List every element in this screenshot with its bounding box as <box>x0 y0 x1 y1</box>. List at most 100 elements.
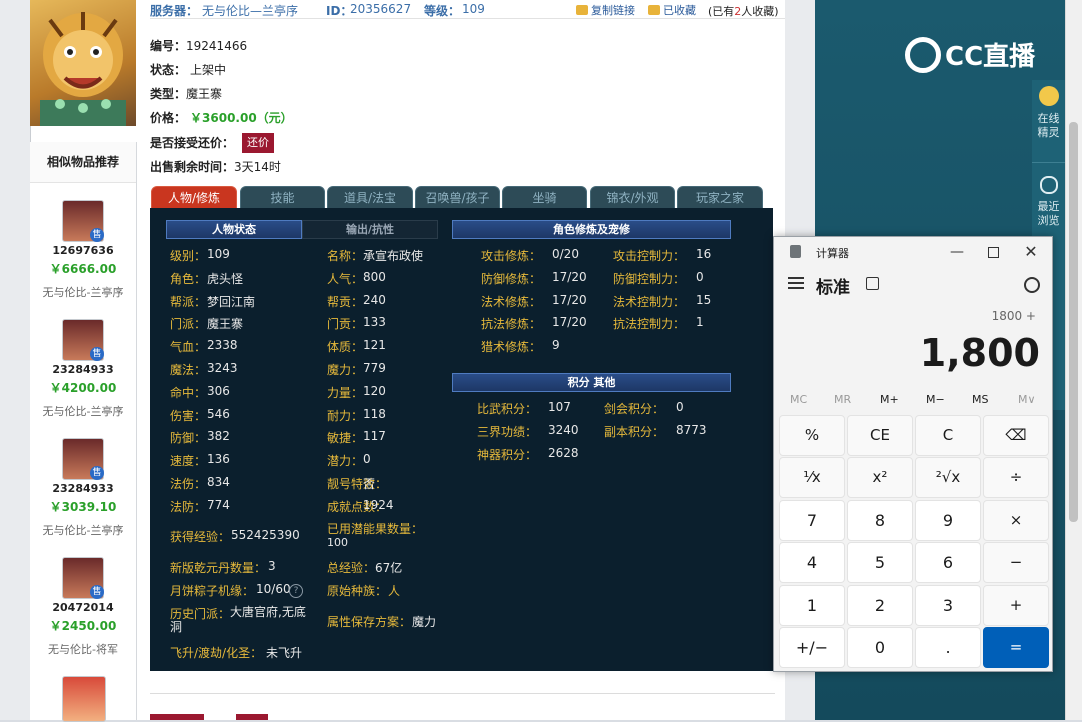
calc-key[interactable]: 1 <box>779 585 845 626</box>
keep-on-top-icon[interactable] <box>866 277 879 290</box>
used-potential-label: 已用潜能果数量： <box>327 522 424 536</box>
calc-key[interactable]: % <box>779 415 845 456</box>
calc-key[interactable]: 6 <box>915 542 981 583</box>
calc-key[interactable]: 4 <box>779 542 845 583</box>
item-status: 状态： 上架中 <box>150 63 227 77</box>
memory-button[interactable]: M∨ <box>1018 393 1036 406</box>
bargain-button[interactable]: 还价 <box>242 133 274 153</box>
rec-thumbnail-partial[interactable] <box>62 676 106 722</box>
stat-value: 306 <box>207 383 230 398</box>
tab-skills[interactable]: 技能 <box>240 186 325 210</box>
server-label: 服务器： <box>150 4 199 18</box>
stat-label: 级别： <box>170 249 207 263</box>
calc-key[interactable]: × <box>983 500 1049 541</box>
stat-label: 法防： <box>170 499 207 514</box>
points-value: 2628 <box>548 445 579 460</box>
bottom-button[interactable] <box>236 714 268 720</box>
points-label: 神器积分： <box>477 447 538 462</box>
tab-mounts[interactable]: 坐骑 <box>502 186 587 210</box>
minimize-button[interactable]: — <box>942 239 972 265</box>
section-output-resist[interactable]: 输出/抗性 <box>302 220 438 239</box>
calc-key[interactable]: = <box>983 627 1049 668</box>
level-label: 等级： <box>424 4 461 18</box>
rec-price: ￥4200.00 <box>49 381 117 395</box>
help-icon[interactable]: ? <box>289 584 303 598</box>
stat-value: 834 <box>207 475 230 489</box>
calc-key[interactable]: ²√x <box>915 457 981 498</box>
stat-label: 防御： <box>170 431 207 446</box>
tab-summons[interactable]: 召唤兽/孩子 <box>415 186 500 210</box>
calc-key[interactable]: 5 <box>847 542 913 583</box>
calc-key[interactable]: 8 <box>847 500 913 541</box>
calc-key[interactable]: 7 <box>779 500 845 541</box>
training-label: 法术修炼： <box>481 294 542 309</box>
server-value: 无与伦比—兰亭序 <box>202 4 299 18</box>
calc-key[interactable]: . <box>915 627 981 668</box>
calc-key[interactable]: CE <box>847 415 913 456</box>
training-label: 抗法修炼： <box>481 317 542 332</box>
sale-badge: 售 <box>90 347 104 361</box>
close-button[interactable]: ✕ <box>1016 239 1046 265</box>
calc-key[interactable]: C <box>915 415 981 456</box>
calc-key[interactable]: +/− <box>779 627 845 668</box>
tab-appearance[interactable]: 锦衣/外观 <box>590 186 675 210</box>
level-value: 109 <box>462 2 485 16</box>
favorite-button[interactable]: 已收藏 <box>648 2 696 18</box>
item-number: 编号：19241466 <box>150 39 248 53</box>
calc-key[interactable]: x² <box>847 457 913 498</box>
calc-key[interactable]: ÷ <box>983 457 1049 498</box>
training-value: 0/20 <box>552 247 579 261</box>
recent-browse-button[interactable]: 最近浏览 <box>1034 174 1063 228</box>
rec-price: ￥3039.10 <box>49 500 117 514</box>
hamburger-menu-icon[interactable] <box>788 277 804 289</box>
stat-value: 118 <box>363 406 386 421</box>
bottom-button[interactable] <box>150 714 204 720</box>
stat-label: 门派： <box>170 317 207 332</box>
tab-items[interactable]: 道具/法宝 <box>327 186 413 210</box>
calc-key[interactable]: ⌫ <box>983 415 1049 456</box>
history-icon[interactable] <box>1024 277 1040 293</box>
stat-label: 体质： <box>327 340 364 355</box>
sale-badge: 售 <box>90 585 104 599</box>
memory-button[interactable]: MC <box>790 393 807 406</box>
control-label: 法术控制力： <box>613 294 686 309</box>
memory-button[interactable]: M+ <box>880 393 899 406</box>
online-spirit-button[interactable]: 在线精灵 <box>1034 84 1063 140</box>
stat-label: 角色： <box>170 271 207 286</box>
character-panel: 人物状态 输出/抗性 角色修炼及宠修 积分 其他 获得经验： 552425390… <box>150 208 773 671</box>
memory-button[interactable]: M− <box>926 393 945 406</box>
stat-value: 240 <box>363 292 386 307</box>
race-label: 原始种族： <box>327 584 388 598</box>
maximize-button[interactable] <box>978 239 1008 265</box>
calc-key[interactable]: 2 <box>847 585 913 626</box>
calc-key[interactable]: 3 <box>915 585 981 626</box>
section-character-status[interactable]: 人物状态 <box>166 220 302 239</box>
stat-label: 帮派： <box>170 294 207 309</box>
calc-key[interactable]: 9 <box>915 500 981 541</box>
section-points-other: 积分 其他 <box>452 373 731 392</box>
copy-link-button[interactable]: 复制链接 <box>576 2 635 18</box>
points-value: 0 <box>676 400 684 414</box>
control-value: 0 <box>696 269 704 284</box>
rec-price: ￥2450.00 <box>49 619 117 633</box>
tab-character[interactable]: 人物/修炼 <box>151 186 237 210</box>
points-label: 三界功绩： <box>477 424 538 439</box>
ascend-value: 未飞升 <box>266 646 303 660</box>
memory-button[interactable]: MR <box>834 393 851 406</box>
calc-key[interactable]: 0 <box>847 627 913 668</box>
character-avatar <box>30 0 136 126</box>
tab-home[interactable]: 玩家之家 <box>677 186 763 210</box>
calc-key[interactable]: + <box>983 585 1049 626</box>
attr-plan-label: 属性保存方案： <box>327 615 412 629</box>
stat-label: 速度： <box>170 454 207 469</box>
calc-key[interactable]: − <box>983 542 1049 583</box>
stat-value: 121 <box>363 338 386 353</box>
stat-value: 136 <box>207 452 230 467</box>
section-training: 角色修炼及宠修 <box>452 220 731 239</box>
scrollbar-thumb[interactable] <box>1069 122 1078 522</box>
calc-key[interactable]: ¹⁄x <box>779 457 845 498</box>
memory-button[interactable]: MS <box>972 393 988 406</box>
spirit-icon <box>1038 86 1059 106</box>
points-label: 剑会积分： <box>604 402 665 416</box>
stat-value: 否 <box>363 477 376 491</box>
